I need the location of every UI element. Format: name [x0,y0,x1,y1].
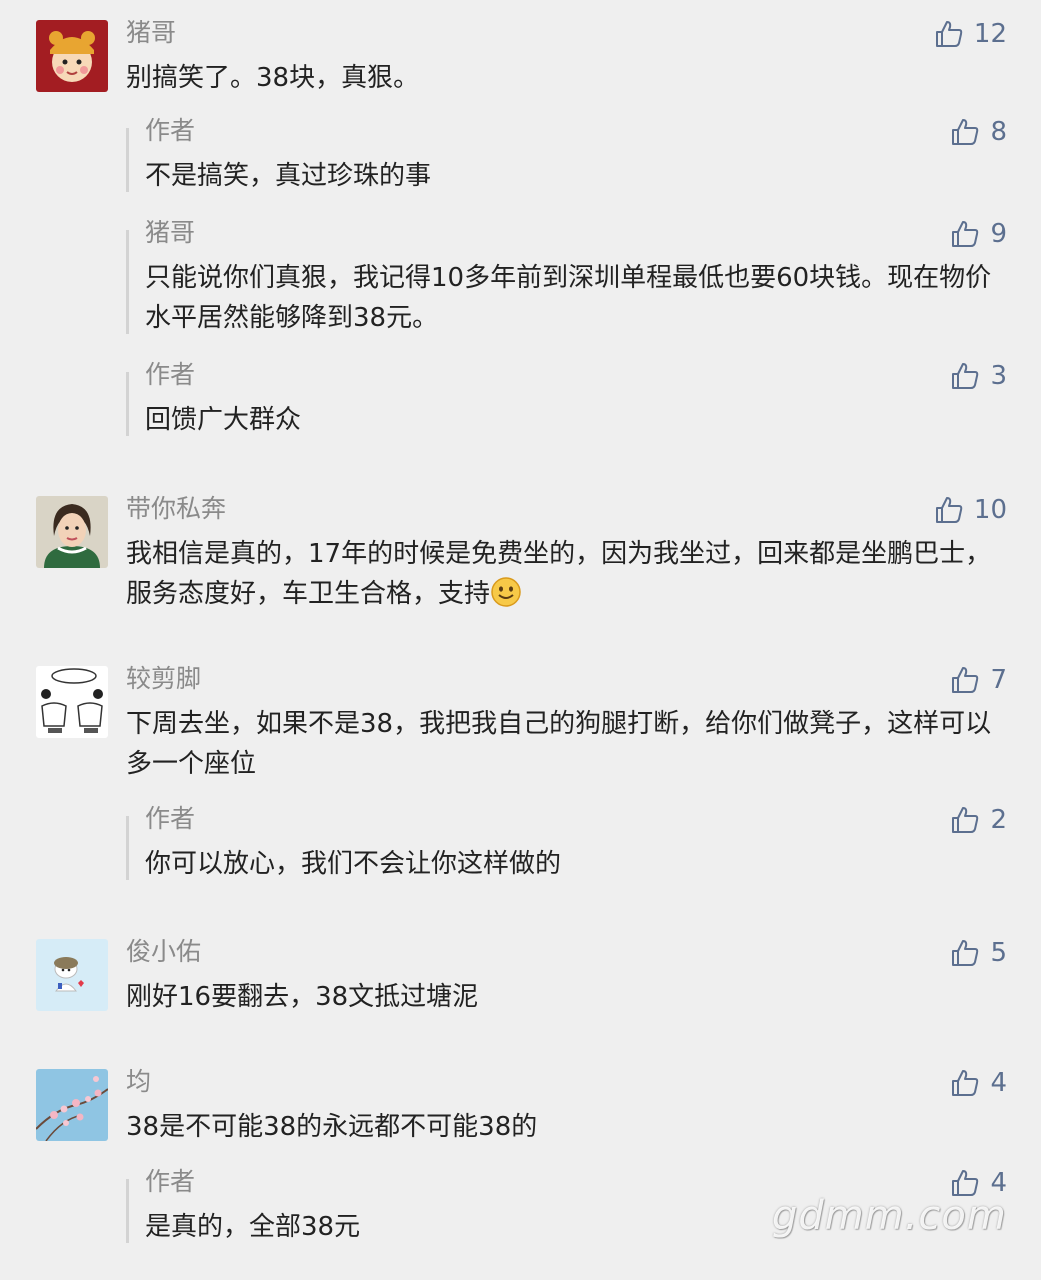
like-count: 10 [973,495,1007,525]
like-count: 9 [990,219,1007,249]
reply-username[interactable]: 猪哥 [145,218,195,248]
thumbs-up-icon [952,363,979,389]
like-count: 3 [990,361,1007,391]
avatar[interactable] [36,20,108,92]
like-count: 12 [973,19,1007,49]
reply-divider [126,372,129,436]
avatar[interactable] [36,666,108,738]
comment-text: 下周去坐，如果不是38，我把我自己的狗腿打断，给你们做凳子，这样可以多一个座位 [126,709,992,779]
reply-text: 你可以放心，我们不会让你这样做的 [145,849,562,879]
comment-username[interactable]: 猪哥 [126,18,176,48]
thumbs-up-icon [952,807,979,833]
like-count: 8 [990,117,1007,147]
like-button[interactable]: 10 [934,492,1007,528]
like-button[interactable]: 12 [934,16,1007,52]
thumbs-up-icon [952,667,979,693]
like-count: 7 [990,665,1007,695]
comment-text-content: 我相信是真的，17年的时候是免费坐的，因为我坐过，回来都是坐鹏巴士，服务态度好，… [126,539,992,609]
reply-divider [126,1179,129,1243]
avatar[interactable] [36,1069,108,1141]
comment-username[interactable]: 俊小佑 [126,937,201,967]
comment-username[interactable]: 较剪脚 [126,664,201,694]
thumbs-up-icon [952,221,979,247]
avatar[interactable] [36,939,108,1011]
like-count: 4 [990,1068,1007,1098]
like-button[interactable]: 2 [950,802,1007,838]
comment-text: 38是不可能38的永远都不可能38的 [126,1112,538,1142]
reply-username[interactable]: 作者 [145,804,195,834]
reply-divider [126,816,129,880]
like-button[interactable]: 5 [950,935,1007,971]
reply-text: 只能说你们真狠，我记得10多年前到深圳单程最低也要60块钱。现在物价水平居然能够… [145,263,992,333]
smiley-emoji-icon [491,577,521,607]
thumbs-up-icon [952,1070,979,1096]
reply-username[interactable]: 作者 [145,1167,195,1197]
thumbs-up-icon [935,497,963,523]
reply-divider [126,230,129,334]
comment-text: 刚好16要翻去，38文抵过塘泥 [126,982,479,1012]
thumbs-up-icon [935,21,963,47]
comment-text: 别搞笑了。38块，真狠。 [126,63,420,93]
reply-text: 回馈广大群众 [145,405,302,435]
like-count: 5 [990,938,1007,968]
comment-text: 我相信是真的，17年的时候是免费坐的，因为我坐过，回来都是坐鹏巴士，服务态度好，… [126,534,1006,614]
reply-divider [126,128,129,192]
like-button[interactable]: 8 [950,114,1007,150]
comment-username[interactable]: 均 [126,1067,151,1097]
thumbs-up-icon [952,119,979,145]
like-button[interactable]: 9 [950,216,1007,252]
avatar[interactable] [36,496,108,568]
thumbs-up-icon [952,940,979,966]
like-button[interactable]: 3 [950,358,1007,394]
comment-username[interactable]: 带你私奔 [126,494,226,524]
like-count: 2 [990,805,1007,835]
like-button[interactable]: 7 [950,662,1007,698]
reply-text: 不是搞笑，真过珍珠的事 [145,161,432,191]
like-button[interactable]: 4 [950,1065,1007,1101]
watermark: gdmm.com [772,1193,1007,1239]
reply-username[interactable]: 作者 [145,360,195,390]
reply-username[interactable]: 作者 [145,116,195,146]
